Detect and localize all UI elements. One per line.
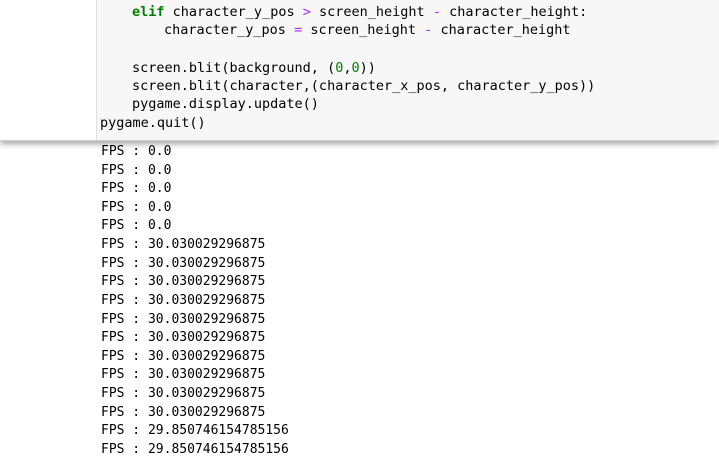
operator-minus: - (424, 22, 433, 38)
output-line: FPS : 0.0 (101, 181, 172, 196)
code-token: character_y_pos (164, 22, 286, 38)
code-token: screen.blit(background, ( (132, 60, 336, 76)
code-token: character_height: (449, 4, 588, 20)
output-line: FPS : 30.030029296875 (101, 256, 266, 271)
number-literal: 0 (351, 60, 360, 76)
output-line: FPS : 30.030029296875 (101, 330, 266, 345)
code-token: screen_height (310, 22, 417, 38)
output-line: FPS : 30.030029296875 (101, 312, 266, 327)
output-line: FPS : 0.0 (101, 163, 172, 178)
keyword-elif: elif (132, 4, 165, 20)
output-line: FPS : 30.030029296875 (101, 386, 266, 401)
output-line: FPS : 30.030029296875 (101, 405, 266, 420)
output-line: FPS : 30.030029296875 (101, 274, 266, 289)
output-line: FPS : 0.0 (101, 200, 172, 215)
output-line: FPS : 30.030029296875 (101, 237, 266, 252)
output-line: FPS : 29.850746154785156 (101, 442, 289, 457)
code-cell[interactable]: elif character_y_pos > screen_height - c… (0, 0, 719, 141)
code-token: character_y_pos (172, 4, 295, 20)
output-line: FPS : 30.030029296875 (101, 293, 266, 308)
code-line-assign: character_y_pos = screen_height - charac… (164, 21, 570, 39)
code-line-display-update: pygame.display.update() (132, 96, 319, 112)
cell-output: FPS : 0.0 FPS : 0.0 FPS : 0.0 FPS : 0.0 … (0, 140, 719, 458)
operator-eq: = (294, 22, 303, 38)
code-token: character_height (440, 22, 571, 38)
cell-prompt-gutter (0, 0, 96, 140)
operator-minus: - (432, 4, 441, 20)
output-line: FPS : 30.030029296875 (101, 349, 266, 364)
output-line: FPS : 29.850746154785156 (101, 423, 289, 438)
code-line-blit-character: screen.blit(character,(character_x_pos, … (132, 78, 596, 94)
code-line-elif: elif character_y_pos > screen_height - c… (132, 3, 587, 21)
operator-gt: > (302, 4, 311, 20)
output-line: FPS : 0.0 (101, 144, 172, 159)
code-token: screen_height (319, 4, 425, 20)
code-line-quit: pygame.quit() (100, 115, 206, 131)
notebook-page: elif character_y_pos > screen_height - c… (0, 0, 719, 458)
output-line: FPS : 30.030029296875 (101, 367, 266, 382)
code-line-blit-background: screen.blit(background, (0,0)) (132, 59, 376, 77)
output-line: FPS : 0.0 (101, 218, 172, 233)
code-token: )) (359, 60, 376, 76)
